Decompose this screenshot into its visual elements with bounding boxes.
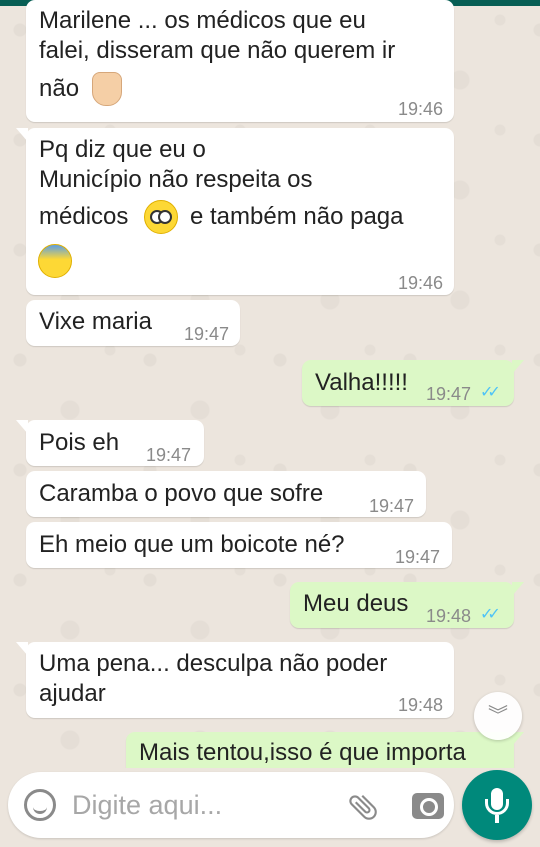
message-text-line: ajudar: [39, 680, 106, 707]
message-bubble-incoming[interactable]: Pq diz que eu o Município não respeita o…: [16, 128, 454, 295]
message-text-line: Uma pena... desculpa não poder: [39, 650, 388, 677]
read-receipt-icon: ✓✓: [480, 606, 501, 623]
message-bubble-incoming[interactable]: Marilene ... os médicos que eu falei, di…: [26, 0, 454, 122]
anxious-sweat-face-emoji-icon: [38, 244, 72, 278]
message-text-line: Meu deus: [303, 590, 409, 617]
scroll-to-bottom-button[interactable]: ︾: [474, 692, 522, 740]
paperclip-icon[interactable]: [346, 790, 380, 824]
message-text-line: falei, disseram que não querem ir: [39, 37, 396, 64]
message-text-line: Vixe maria: [39, 308, 152, 335]
message-bubble-incoming[interactable]: Uma pena... desculpa não poder ajudar 19…: [16, 642, 454, 718]
message-timestamp: 19:47: [426, 384, 472, 404]
message-bubble-incoming[interactable]: Eh meio que um boicote né? 19:47: [26, 522, 452, 568]
message-bubble-outgoing[interactable]: Meu deus 19:48 ✓✓: [290, 582, 524, 628]
message-timestamp: 19:48: [426, 606, 472, 626]
message-bubble-incoming[interactable]: Vixe maria 19:47: [26, 300, 240, 346]
message-text-line: e também não paga: [190, 203, 404, 230]
message-text-line: Valha!!!!!: [315, 369, 408, 396]
voice-record-button[interactable]: [462, 770, 532, 840]
chat-area: Marilene ... os médicos que eu falei, di…: [0, 0, 540, 768]
double-chevron-down-icon: ︾: [488, 705, 508, 727]
message-text-line: Caramba o povo que sofre: [39, 480, 324, 507]
message-text-line: Município não respeita os: [39, 166, 313, 193]
message-text-line: Mais tentou,isso é que importa: [139, 739, 466, 766]
message-timestamp: 19:47: [369, 496, 415, 516]
message-timestamp: 19:48: [398, 695, 444, 715]
message-text-line: Eh meio que um boicote né?: [39, 531, 345, 558]
read-receipt-icon: ✓✓: [480, 384, 501, 401]
message-text-line: não: [39, 75, 80, 102]
thumbs-down-emoji-icon: [92, 72, 122, 106]
message-text-line: médicos: [39, 203, 129, 230]
camera-icon[interactable]: [412, 793, 444, 819]
message-timestamp: 19:47: [146, 445, 192, 465]
message-timestamp: 19:47: [184, 324, 230, 344]
message-timestamp: 19:47: [395, 547, 441, 567]
message-timestamp: 19:46: [398, 273, 444, 293]
message-bubble-incoming[interactable]: Pois eh 19:47: [16, 420, 204, 466]
message-bubble-outgoing[interactable]: Mais tentou,isso é que importa: [126, 732, 524, 768]
message-text-line: Pq diz que eu o: [39, 136, 206, 163]
message-text-line: Pois eh: [39, 429, 120, 456]
smiley-icon[interactable]: [24, 789, 56, 821]
message-bubble-incoming[interactable]: Caramba o povo que sofre 19:47: [26, 471, 426, 517]
message-text-line: Marilene ... os médicos que eu: [39, 7, 366, 34]
message-timestamp: 19:46: [398, 99, 444, 119]
message-composer: [8, 772, 454, 838]
message-input[interactable]: [72, 788, 322, 822]
flushed-face-emoji-icon: [144, 200, 178, 234]
message-bubble-outgoing[interactable]: Valha!!!!! 19:47 ✓✓: [302, 360, 524, 406]
paperclip-glyph: [349, 794, 377, 820]
